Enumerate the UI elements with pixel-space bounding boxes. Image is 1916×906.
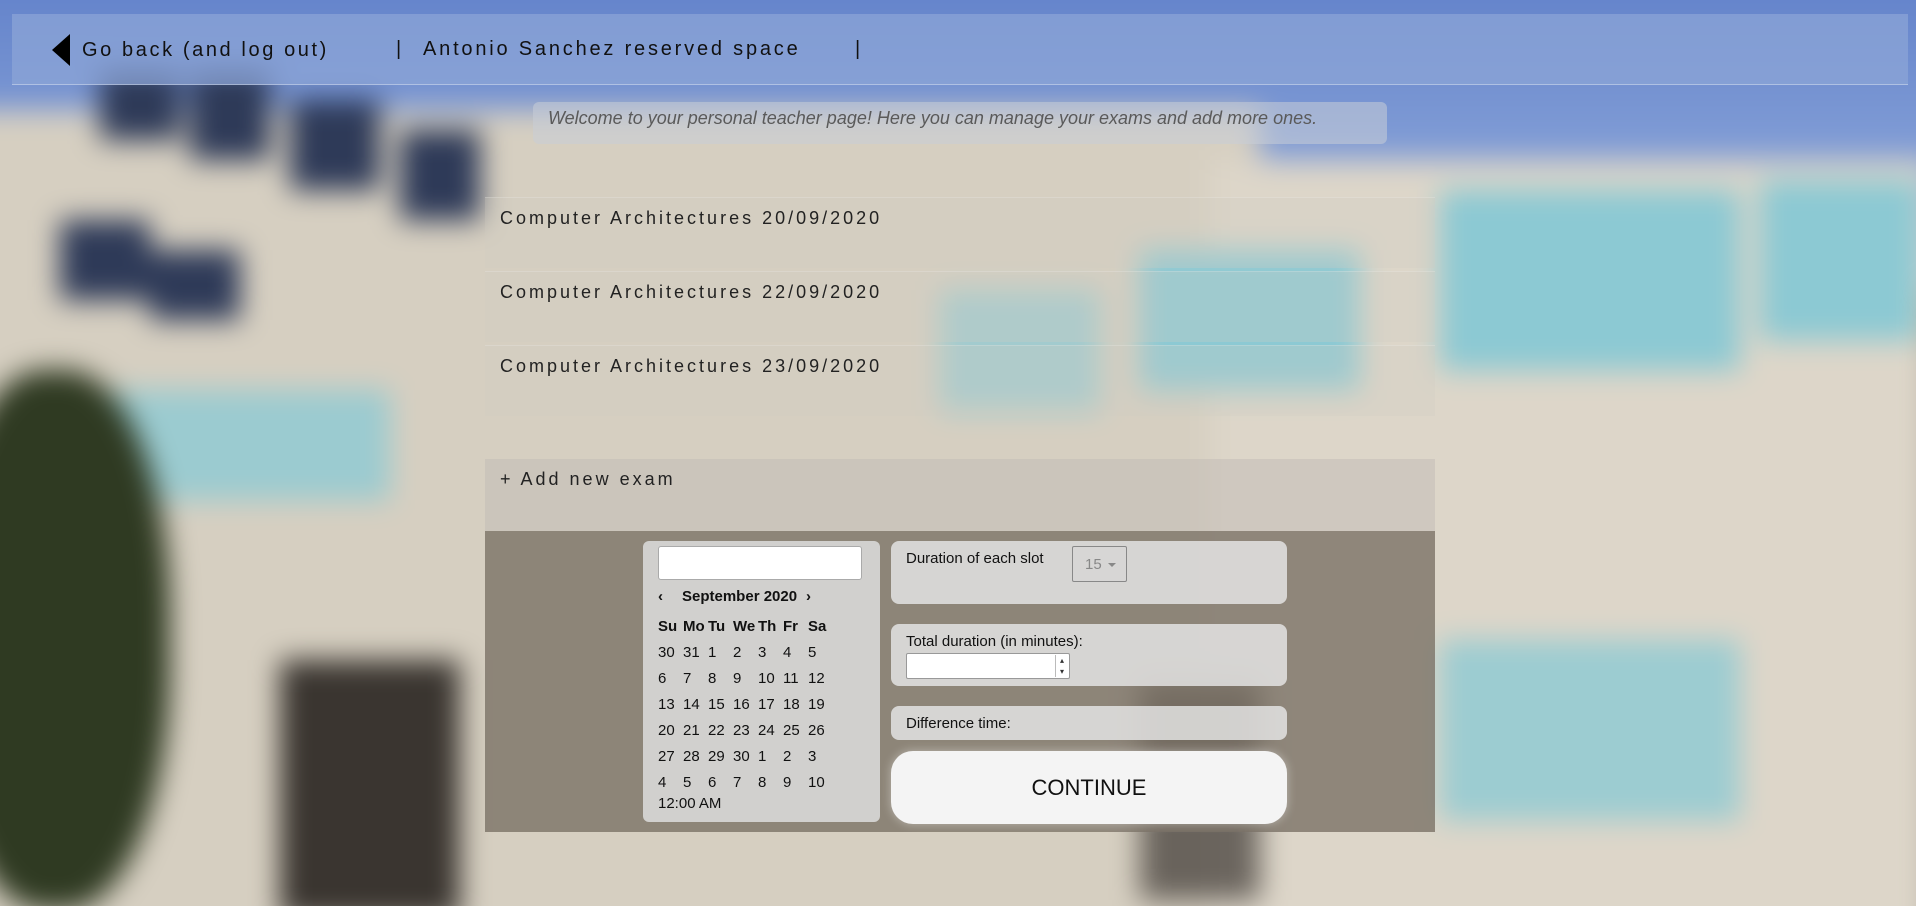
calendar-day[interactable]: 29 <box>708 748 733 765</box>
difference-time-card: Difference time: <box>891 706 1287 740</box>
calendar-day[interactable]: 5 <box>808 644 833 661</box>
calendar-day[interactable]: 4 <box>783 644 808 661</box>
calendar-day[interactable]: 7 <box>733 774 758 791</box>
month-title[interactable]: September 2020 <box>682 588 797 605</box>
calendar-day[interactable]: 20 <box>658 722 683 739</box>
calendar-day[interactable]: 3 <box>758 644 783 661</box>
calendar-day[interactable]: 9 <box>783 774 808 791</box>
welcome-banner: Welcome to your personal teacher page! H… <box>533 102 1387 144</box>
slot-duration-value: 15 <box>1085 556 1102 573</box>
weekday-row: Su Mo Tu We Th Fr Sa <box>658 613 833 639</box>
add-new-exam-toggle[interactable]: + Add new exam <box>485 459 1435 531</box>
calendar-day[interactable]: 26 <box>808 722 833 739</box>
calendar-day[interactable]: 21 <box>683 722 708 739</box>
weekday-label: Th <box>758 617 777 635</box>
slot-duration-card: Duration of each slot 15 <box>891 541 1287 604</box>
calendar-day[interactable]: 4 <box>658 774 683 791</box>
header-separator: | <box>855 38 863 60</box>
caret-down-icon <box>1108 563 1116 567</box>
number-spinner-icon[interactable]: ▴ ▾ <box>1055 655 1068 677</box>
calendar-week: 6 7 8 9 10 11 12 <box>658 665 833 691</box>
calendar-day[interactable]: 25 <box>783 722 808 739</box>
reserved-space-title: Antonio Sanchez reserved space <box>423 38 801 60</box>
calendar-day[interactable]: 11 <box>783 670 808 687</box>
calendar-day[interactable]: 30 <box>733 748 758 765</box>
calendar-day[interactable]: 19 <box>808 696 833 713</box>
calendar-week: 13 14 15 16 17 18 19 <box>658 691 833 717</box>
date-input[interactable] <box>658 546 862 580</box>
calendar-day[interactable]: 22 <box>708 722 733 739</box>
total-duration-input[interactable]: ▴ ▾ <box>906 653 1070 679</box>
exam-item[interactable]: Computer Architectures 22/09/2020 <box>485 271 1435 342</box>
calendar-day[interactable]: 15 <box>708 696 733 713</box>
calendar-day[interactable]: 9 <box>733 670 758 687</box>
calendar-day[interactable]: 2 <box>783 748 808 765</box>
calendar-day[interactable]: 24 <box>758 722 783 739</box>
time-selector[interactable]: 12:00 AM <box>658 795 721 812</box>
prev-month-button[interactable]: ‹ <box>658 588 663 605</box>
calendar-week: 4 5 6 7 8 9 10 <box>658 769 833 795</box>
calendar-day[interactable]: 8 <box>758 774 783 791</box>
calendar-day[interactable]: 1 <box>758 748 783 765</box>
next-month-button[interactable]: › <box>806 588 811 605</box>
calendar-day[interactable]: 16 <box>733 696 758 713</box>
calendar-day[interactable]: 12 <box>808 670 833 687</box>
calendar-day[interactable]: 6 <box>708 774 733 791</box>
go-back-label: Go back (and log out) <box>82 38 329 61</box>
calendar-day[interactable]: 6 <box>658 670 683 687</box>
calendar-day[interactable]: 17 <box>758 696 783 713</box>
calendar-week: 30 31 1 2 3 4 5 <box>658 639 833 665</box>
calendar-week: 20 21 22 23 24 25 26 <box>658 717 833 743</box>
calendar-day[interactable]: 7 <box>683 670 708 687</box>
calendar-grid: Su Mo Tu We Th Fr Sa 30 31 1 2 3 4 5 6 7… <box>658 613 833 795</box>
weekday-label: Mo <box>683 617 705 635</box>
difference-time-label: Difference time: <box>906 715 1011 732</box>
exam-item[interactable]: Computer Architectures 20/09/2020 <box>485 197 1435 268</box>
weekday-label: Fr <box>783 617 798 635</box>
calendar-day[interactable]: 30 <box>658 644 683 661</box>
add-new-exam-label: + Add new exam <box>500 469 676 489</box>
calendar-day[interactable]: 18 <box>783 696 808 713</box>
calendar-week: 27 28 29 30 1 2 3 <box>658 743 833 769</box>
continue-button[interactable]: CONTINUE <box>891 751 1287 824</box>
total-duration-card: Total duration (in minutes): ▴ ▾ <box>891 624 1287 686</box>
slot-duration-select[interactable]: 15 <box>1072 546 1127 582</box>
calendar-day[interactable]: 1 <box>708 644 733 661</box>
weekday-label: Tu <box>708 617 726 635</box>
exam-item[interactable]: Computer Architectures 23/09/2020 <box>485 345 1435 416</box>
calendar-day[interactable]: 27 <box>658 748 683 765</box>
weekday-label: Su <box>658 617 678 635</box>
calendar-day[interactable]: 28 <box>683 748 708 765</box>
calendar-day[interactable]: 23 <box>733 722 758 739</box>
calendar-day[interactable]: 13 <box>658 696 683 713</box>
calendar-day[interactable]: 10 <box>758 670 783 687</box>
total-duration-label: Total duration (in minutes): <box>906 633 1083 650</box>
weekday-label: Sa <box>808 617 827 635</box>
calendar-day[interactable]: 8 <box>708 670 733 687</box>
calendar-day[interactable]: 10 <box>808 774 833 791</box>
calendar-day[interactable]: 14 <box>683 696 708 713</box>
date-time-picker: ‹ September 2020 › Su Mo Tu We Th Fr Sa … <box>643 541 880 822</box>
go-back-logout-link[interactable]: Go back (and log out) <box>52 34 329 66</box>
calendar-day[interactable]: 3 <box>808 748 833 765</box>
welcome-text: Welcome to your personal teacher page! H… <box>548 108 1318 128</box>
exam-label: Computer Architectures 20/09/2020 <box>500 208 883 228</box>
slot-duration-label: Duration of each slot <box>906 550 1044 567</box>
exam-label: Computer Architectures 23/09/2020 <box>500 356 883 376</box>
weekday-label: We <box>733 617 756 635</box>
back-arrow-icon <box>52 34 70 66</box>
calendar-day[interactable]: 2 <box>733 644 758 661</box>
calendar-day[interactable]: 31 <box>683 644 708 661</box>
header-separator: | <box>396 38 404 60</box>
calendar-day[interactable]: 5 <box>683 774 708 791</box>
exam-label: Computer Architectures 22/09/2020 <box>500 282 883 302</box>
